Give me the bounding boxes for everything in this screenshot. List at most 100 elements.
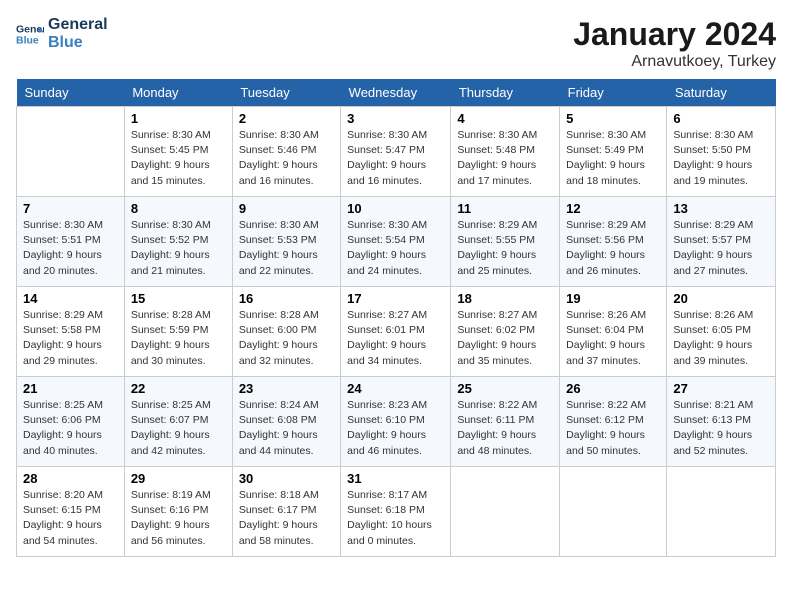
day-info: Sunrise: 8:18 AMSunset: 6:17 PMDaylight:… <box>239 488 334 549</box>
calendar-cell: 8 Sunrise: 8:30 AMSunset: 5:52 PMDaylight… <box>124 197 232 287</box>
calendar-cell: 27 Sunrise: 8:21 AMSunset: 6:13 PMDayligh… <box>667 377 776 467</box>
calendar-week-row: 21 Sunrise: 8:25 AMSunset: 6:06 PMDayligh… <box>17 377 776 467</box>
day-number: 10 <box>347 201 444 216</box>
calendar-week-row: 7Sunrise: 8:30 AMSunset: 5:51 PMDaylight… <box>17 197 776 287</box>
calendar-week-row: 1 Sunrise: 8:30 AMSunset: 5:45 PMDaylight… <box>17 107 776 197</box>
col-header-friday: Friday <box>560 79 667 107</box>
calendar-cell: 6 Sunrise: 8:30 AMSunset: 5:50 PMDaylight… <box>667 107 776 197</box>
day-number: 30 <box>239 471 334 486</box>
col-header-monday: Monday <box>124 79 232 107</box>
logo: General Blue General Blue <box>16 16 108 51</box>
day-number: 26 <box>566 381 660 396</box>
calendar-cell: 26Sunrise: 8:22 AMSunset: 6:12 PMDayligh… <box>560 377 667 467</box>
day-number: 1 <box>131 111 226 126</box>
day-number: 20 <box>673 291 769 306</box>
day-number: 15 <box>131 291 226 306</box>
day-number: 2 <box>239 111 334 126</box>
calendar-cell: 18 Sunrise: 8:27 AMSunset: 6:02 PMDayligh… <box>451 287 560 377</box>
calendar-cell: 23Sunrise: 8:24 AMSunset: 6:08 PMDayligh… <box>232 377 340 467</box>
day-info: Sunrise: 8:30 AMSunset: 5:46 PMDaylight:… <box>239 128 334 189</box>
calendar-cell: 29Sunrise: 8:19 AMSunset: 6:16 PMDayligh… <box>124 467 232 557</box>
calendar-header-row: SundayMondayTuesdayWednesdayThursdayFrid… <box>17 79 776 107</box>
day-info: Sunrise: 8:17 AMSunset: 6:18 PMDaylight:… <box>347 488 444 549</box>
calendar-cell: 11Sunrise: 8:29 AMSunset: 5:55 PMDayligh… <box>451 197 560 287</box>
day-info: Sunrise: 8:30 AMSunset: 5:48 PMDaylight:… <box>457 128 553 189</box>
calendar-table: SundayMondayTuesdayWednesdayThursdayFrid… <box>16 79 776 557</box>
calendar-cell: 2 Sunrise: 8:30 AMSunset: 5:46 PMDaylight… <box>232 107 340 197</box>
day-info: Sunrise: 8:30 AMSunset: 5:50 PMDaylight:… <box>673 128 769 189</box>
day-number: 21 <box>23 381 118 396</box>
day-number: 14 <box>23 291 118 306</box>
calendar-cell: 24 Sunrise: 8:23 AMSunset: 6:10 PMDayligh… <box>341 377 451 467</box>
day-info: Sunrise: 8:28 AMSunset: 6:00 PMDaylight:… <box>239 308 334 369</box>
day-info: Sunrise: 8:30 AMSunset: 5:45 PMDaylight:… <box>131 128 226 189</box>
calendar-cell: 20Sunrise: 8:26 AMSunset: 6:05 PMDayligh… <box>667 287 776 377</box>
logo-text-general: General <box>48 16 108 34</box>
logo-icon: General Blue <box>16 20 44 48</box>
calendar-cell: 25 Sunrise: 8:22 AMSunset: 6:11 PMDayligh… <box>451 377 560 467</box>
day-info: Sunrise: 8:27 AMSunset: 6:01 PMDaylight:… <box>347 308 444 369</box>
calendar-cell: 3Sunrise: 8:30 AMSunset: 5:47 PMDaylight… <box>341 107 451 197</box>
col-header-tuesday: Tuesday <box>232 79 340 107</box>
calendar-cell: 10 Sunrise: 8:30 AMSunset: 5:54 PMDayligh… <box>341 197 451 287</box>
calendar-week-row: 28Sunrise: 8:20 AMSunset: 6:15 PMDayligh… <box>17 467 776 557</box>
day-info: Sunrise: 8:29 AMSunset: 5:58 PMDaylight:… <box>23 308 118 369</box>
calendar-cell: 13 Sunrise: 8:29 AMSunset: 5:57 PMDayligh… <box>667 197 776 287</box>
day-info: Sunrise: 8:30 AMSunset: 5:52 PMDaylight:… <box>131 218 226 279</box>
day-number: 7 <box>23 201 118 216</box>
calendar-cell: 30 Sunrise: 8:18 AMSunset: 6:17 PMDayligh… <box>232 467 340 557</box>
day-info: Sunrise: 8:30 AMSunset: 5:47 PMDaylight:… <box>347 128 444 189</box>
calendar-cell: 14 Sunrise: 8:29 AMSunset: 5:58 PMDayligh… <box>17 287 125 377</box>
day-info: Sunrise: 8:30 AMSunset: 5:53 PMDaylight:… <box>239 218 334 279</box>
page-header: General Blue General Blue January 2024 A… <box>16 16 776 71</box>
day-info: Sunrise: 8:25 AMSunset: 6:07 PMDaylight:… <box>131 398 226 459</box>
day-number: 27 <box>673 381 769 396</box>
day-info: Sunrise: 8:25 AMSunset: 6:06 PMDaylight:… <box>23 398 118 459</box>
calendar-cell <box>560 467 667 557</box>
calendar-week-row: 14 Sunrise: 8:29 AMSunset: 5:58 PMDayligh… <box>17 287 776 377</box>
day-info: Sunrise: 8:26 AMSunset: 6:04 PMDaylight:… <box>566 308 660 369</box>
calendar-cell: 17Sunrise: 8:27 AMSunset: 6:01 PMDayligh… <box>341 287 451 377</box>
calendar-cell: 4 Sunrise: 8:30 AMSunset: 5:48 PMDaylight… <box>451 107 560 197</box>
day-number: 23 <box>239 381 334 396</box>
day-number: 22 <box>131 381 226 396</box>
day-info: Sunrise: 8:29 AMSunset: 5:57 PMDaylight:… <box>673 218 769 279</box>
calendar-cell <box>451 467 560 557</box>
day-info: Sunrise: 8:21 AMSunset: 6:13 PMDaylight:… <box>673 398 769 459</box>
day-number: 24 <box>347 381 444 396</box>
calendar-cell: 12Sunrise: 8:29 AMSunset: 5:56 PMDayligh… <box>560 197 667 287</box>
day-number: 16 <box>239 291 334 306</box>
day-number: 8 <box>131 201 226 216</box>
day-number: 13 <box>673 201 769 216</box>
col-header-thursday: Thursday <box>451 79 560 107</box>
calendar-cell: 31Sunrise: 8:17 AMSunset: 6:18 PMDayligh… <box>341 467 451 557</box>
calendar-cell <box>17 107 125 197</box>
day-info: Sunrise: 8:22 AMSunset: 6:11 PMDaylight:… <box>457 398 553 459</box>
day-info: Sunrise: 8:30 AMSunset: 5:54 PMDaylight:… <box>347 218 444 279</box>
calendar-cell: 15 Sunrise: 8:28 AMSunset: 5:59 PMDayligh… <box>124 287 232 377</box>
day-info: Sunrise: 8:28 AMSunset: 5:59 PMDaylight:… <box>131 308 226 369</box>
day-number: 25 <box>457 381 553 396</box>
calendar-cell: 22 Sunrise: 8:25 AMSunset: 6:07 PMDayligh… <box>124 377 232 467</box>
day-number: 6 <box>673 111 769 126</box>
calendar-cell: 5Sunrise: 8:30 AMSunset: 5:49 PMDaylight… <box>560 107 667 197</box>
day-info: Sunrise: 8:27 AMSunset: 6:02 PMDaylight:… <box>457 308 553 369</box>
col-header-sunday: Sunday <box>17 79 125 107</box>
calendar-cell: 7Sunrise: 8:30 AMSunset: 5:51 PMDaylight… <box>17 197 125 287</box>
day-number: 5 <box>566 111 660 126</box>
calendar-cell: 28Sunrise: 8:20 AMSunset: 6:15 PMDayligh… <box>17 467 125 557</box>
day-number: 18 <box>457 291 553 306</box>
calendar-cell: 21 Sunrise: 8:25 AMSunset: 6:06 PMDayligh… <box>17 377 125 467</box>
day-info: Sunrise: 8:23 AMSunset: 6:10 PMDaylight:… <box>347 398 444 459</box>
day-number: 4 <box>457 111 553 126</box>
day-number: 28 <box>23 471 118 486</box>
location-subtitle: Arnavutkoey, Turkey <box>573 53 776 71</box>
logo-text-blue: Blue <box>48 34 108 52</box>
calendar-cell: 16 Sunrise: 8:28 AMSunset: 6:00 PMDayligh… <box>232 287 340 377</box>
day-number: 19 <box>566 291 660 306</box>
svg-text:Blue: Blue <box>16 34 39 46</box>
calendar-cell <box>667 467 776 557</box>
month-title: January 2024 <box>573 16 776 53</box>
day-info: Sunrise: 8:19 AMSunset: 6:16 PMDaylight:… <box>131 488 226 549</box>
col-header-saturday: Saturday <box>667 79 776 107</box>
